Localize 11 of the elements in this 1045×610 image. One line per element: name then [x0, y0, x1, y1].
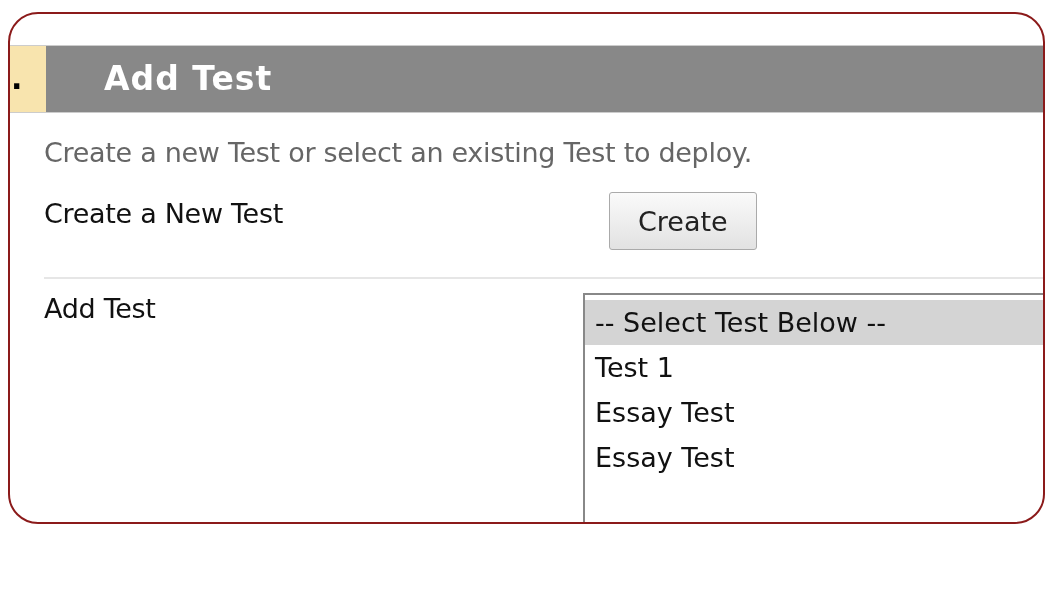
list-option[interactable]: -- Select Test Below --	[585, 300, 1043, 345]
field-label: Create a New Test	[44, 198, 284, 231]
list-option[interactable]: Test 1	[585, 345, 1043, 390]
field-label: Add Test	[44, 293, 157, 326]
section-title: Add Test	[46, 46, 1043, 112]
list-option[interactable]: Essay Test	[585, 435, 1043, 480]
step-marker: .	[10, 46, 46, 112]
description-text: Create a new Test or select an existing Test to deploy.	[43, 136, 753, 168]
list-option[interactable]: Essay Test	[585, 390, 1043, 435]
create-button[interactable]: Create	[609, 192, 757, 250]
test-listbox[interactable]: -- Select Test Below -- Test 1 Essay Test Essay Test	[583, 293, 1043, 522]
